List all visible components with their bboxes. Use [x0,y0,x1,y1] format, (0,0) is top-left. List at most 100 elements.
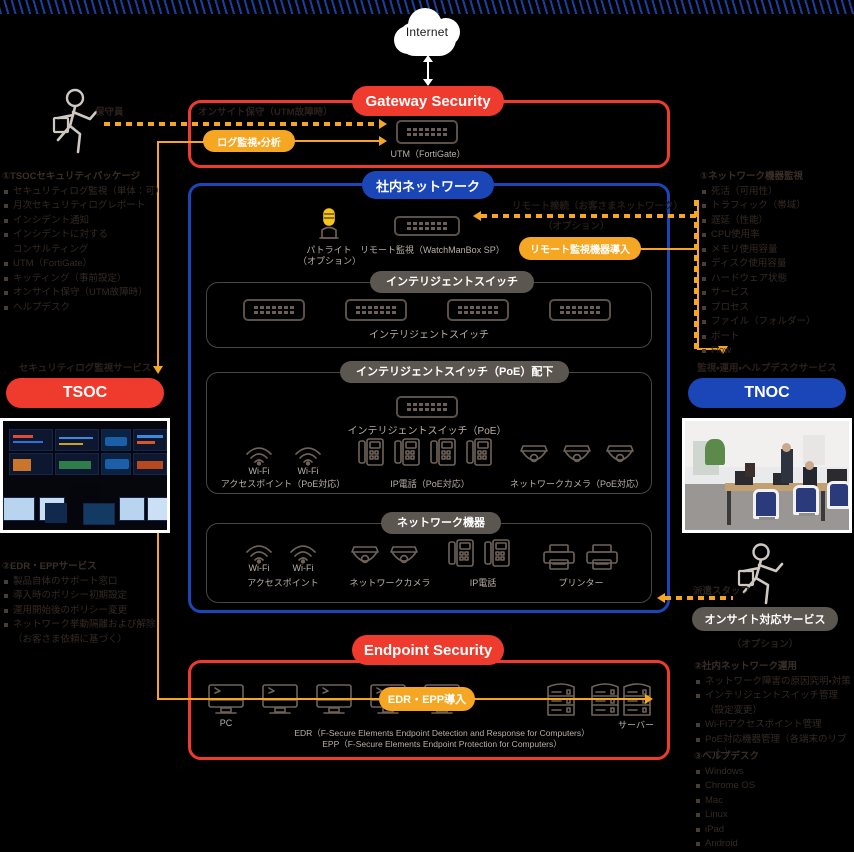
list-item: インシデント通知 [2,214,174,229]
tnoc-office-photo [682,418,852,533]
maintainer-label: 保守員 [95,107,124,118]
right-block-1-heading: ②社内ネットワーク運用 [694,661,798,672]
list-item: ネットワーク障害の原因究明・対策 [694,675,854,690]
edr-epp-pill: EDR・EPP導入 [379,687,475,711]
wifi-label: Wi-Fi [297,466,319,476]
onsite-option-label: （オプション） [731,639,799,650]
pc-label: PC [219,718,233,728]
list-item: オンサイト保守（UTM故障時） [2,286,174,301]
wifi-label: Wi-Fi [292,563,314,573]
maintainer-runner-icon [44,88,106,160]
network-camera-icon [519,443,549,467]
ip-phone-icon [484,539,510,569]
network-device-group-title: ネットワーク機器 [381,512,501,534]
log-monitoring-arrow [379,136,387,146]
list-item: コンサルティング [13,243,89,255]
tsoc-operations-photo [0,418,170,533]
list-item: CPU使用率 [700,228,854,243]
ip-phone-icon [358,438,384,468]
patlite-icon [318,208,340,242]
intelligent-switch-caption: インテリジェントスイッチ [369,330,489,341]
onsite-left-arrow [657,593,665,603]
network-camera-icon [350,544,380,568]
onsite-maintenance-label: オンサイト保守（UTM故障時） [198,107,333,118]
list-item: 月次セキュリティログレポート [2,199,174,214]
poe-switch-caption: インテリジェントスイッチ（PoE） [347,426,507,437]
ip-phone-icon [448,539,474,569]
right-block-1-list: ネットワーク障害の原因究明・対策 インテリジェントスイッチ管理 （設定変更） W… [694,675,854,762]
right-block-2: ③ヘルプデスク Windows Chrome OS Mac Linux iPad… [694,750,854,852]
poe-ip-phone-caption: IP電話（PoE対応） [390,479,470,489]
network-camera-icon [389,544,419,568]
list-item: 導入時のポリシー初期設定 [2,589,182,604]
list-item: （お客さま依頼に基づく） [13,633,128,645]
list-item: ポート [700,330,854,345]
internal-network-title: 社内ネットワーク [362,171,494,199]
ip-phone-icon [394,438,420,468]
remote-device-pill: リモート監視機器導入 [519,237,641,260]
right-block-0-heading: ①ネットワーク機器監視 [700,171,804,182]
tnoc-dotted-vertical [694,200,698,350]
list-item: インシデントに対する [2,228,174,243]
tsoc-badge[interactable]: TSOC [6,378,164,408]
list-item: iPad [694,823,854,838]
switch-icon [243,299,305,321]
arrow-up-to-internet [423,55,433,62]
remote-monitor-label: リモート監視（WatchManBox SP） [360,245,505,255]
remote-monitor-device-icon [394,216,460,236]
internet-gateway-line [427,62,429,80]
list-item: ハードウェア状態 [700,272,854,287]
list-item: 遅延（性能） [700,214,854,229]
left-block-1-heading: ②EDR・EPPサービス [2,561,97,572]
list-item: 製品自体のサポート窓口 [2,575,182,590]
remote-device-line [640,248,698,250]
right-block-2-heading: ③ヘルプデスク [694,751,760,762]
ip-phone-caption: IP電話 [469,578,497,588]
arrow-down-to-gateway [423,79,433,86]
utm-device-icon [396,120,458,144]
list-item: ディスク使用容量 [700,257,854,272]
onsite-staff-label: 派遣スタッフ [693,586,751,597]
list-item: 運用開始後のポリシー変更 [2,604,182,619]
wifi-access-point-icon [244,540,274,564]
network-camera-icon [605,443,635,467]
wifi-label: Wi-Fi [248,563,270,573]
left-block-0-heading: ①TSOCセキュリティパッケージ [2,171,141,182]
wifi-access-point-icon [244,442,274,466]
list-item: サービス [700,286,854,301]
poe-switch-icon [396,396,458,418]
gateway-security-title: Gateway Security [352,86,504,116]
patlite-label-line2: （オプション） [298,256,362,266]
list-item: UTM（FortiGate） [2,257,174,272]
poe-access-point-caption: アクセスポイント（PoE対応） [220,479,346,489]
tsoc-caption: セキュリティログ監視サービス [18,363,152,374]
list-item: Mac [694,794,854,809]
edr-right-arrow [645,694,653,704]
printer-icon [585,543,619,571]
left-block-1-list: 製品自体のサポート窓口 導入時のポリシー初期設定 運用開始後のポリシー変更 ネッ… [2,575,182,648]
list-item: Chrome OS [694,779,854,794]
tnoc-badge[interactable]: TNOC [688,378,846,408]
left-block-0-list: セキュリティログ監視（単体：可） 月次セキュリティログレポート インシデント通知… [2,185,174,316]
network-camera-icon [562,443,592,467]
access-point-caption: アクセスポイント [247,578,319,588]
list-item: メモリ使用容量 [700,243,854,258]
printer-icon [542,543,576,571]
network-camera-caption: ネットワークカメラ [349,578,431,588]
list-item: Linux [694,808,854,823]
right-block-2-list: Windows Chrome OS Mac Linux iPad Android [694,765,854,852]
internet-cloud-icon: Internet [388,6,466,60]
left-block-1: ②EDR・EPPサービス 製品自体のサポート窓口 導入時のポリシー初期設定 運用… [2,560,182,647]
endpoint-security-title: Endpoint Security [352,635,504,665]
diagram-canvas: Internet Gateway Security UTM（FortiGate）… [0,0,854,849]
list-item: Android [694,837,854,852]
printer-caption: プリンター [558,578,604,588]
ip-phone-icon [466,438,492,468]
switch-icon [447,299,509,321]
list-item: ファイル（フォルダー） [700,315,854,330]
list-item: （設定変更） [705,704,763,716]
onsite-maintenance-arrow [379,119,387,129]
ip-phone-icon [430,438,456,468]
remote-connect-label-line2: （オプション） [543,221,610,232]
list-item: 死活（可用性） [700,185,854,200]
